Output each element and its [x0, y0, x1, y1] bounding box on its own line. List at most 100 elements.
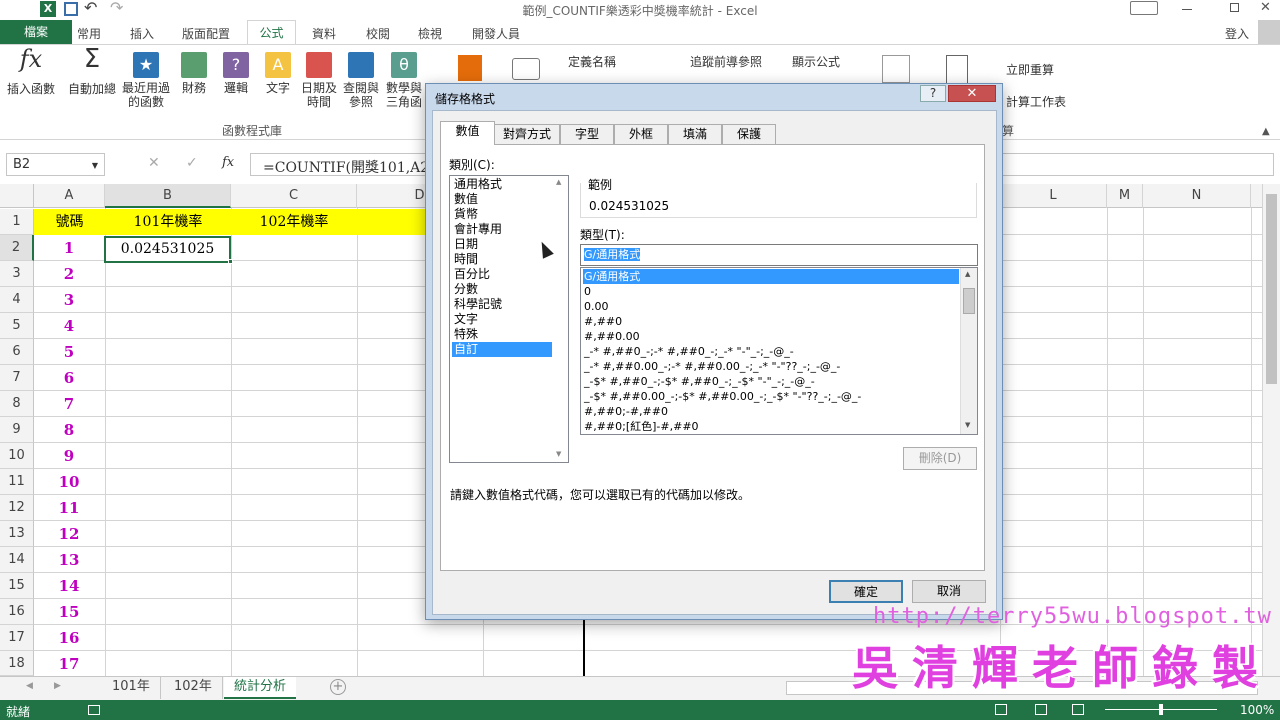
row-header[interactable]: 16: [0, 599, 34, 625]
number-cell[interactable]: 7: [34, 391, 104, 416]
insert-function-button[interactable]: fx 插入函數: [4, 47, 58, 96]
row-header[interactable]: 7: [0, 365, 34, 391]
insert-function-icon[interactable]: fx: [222, 155, 234, 170]
number-cell[interactable]: 2: [34, 261, 104, 286]
row-header[interactable]: 14: [0, 547, 34, 573]
cancel-button[interactable]: 取消: [912, 580, 986, 603]
confirm-entry-icon[interactable]: ✓: [186, 155, 198, 171]
ribbon-display-icon[interactable]: [1130, 1, 1158, 15]
tab-data[interactable]: 資料: [312, 25, 336, 42]
tab-border[interactable]: 外框: [614, 124, 668, 145]
more-functions-icon[interactable]: [458, 55, 482, 81]
format-code-item[interactable]: G/通用格式: [583, 269, 959, 284]
type-input[interactable]: G/通用格式: [580, 244, 978, 266]
row-header[interactable]: 8: [0, 391, 34, 417]
tab-number[interactable]: 數值: [440, 121, 495, 145]
cancel-entry-icon[interactable]: ✕: [148, 155, 160, 171]
row-header[interactable]: 9: [0, 417, 34, 443]
restore-icon[interactable]: [1230, 3, 1239, 12]
format-scroll-down-icon[interactable]: ▼: [965, 421, 970, 429]
normal-view-icon[interactable]: [995, 704, 1007, 715]
name-box[interactable]: B2 ▼: [6, 153, 105, 176]
number-cell[interactable]: 13: [34, 547, 104, 572]
format-scroll-up-icon[interactable]: ▲: [965, 270, 970, 278]
category-item[interactable]: 數值: [452, 192, 552, 207]
row-header[interactable]: 6: [0, 339, 34, 365]
number-cell[interactable]: 5: [34, 339, 104, 364]
account-icon[interactable]: [1258, 20, 1280, 44]
format-code-item[interactable]: #,##0.00: [583, 329, 959, 344]
row-header[interactable]: 18: [0, 651, 34, 676]
financial-button[interactable]: 財務: [176, 52, 212, 95]
calc-options-icon[interactable]: [946, 55, 968, 85]
tab-insert[interactable]: 插入: [130, 25, 154, 42]
recently-used-button[interactable]: ★ 最近用過的函數: [118, 52, 174, 109]
number-cell[interactable]: 17: [34, 651, 104, 676]
number-cell[interactable]: 16: [34, 625, 104, 650]
number-cell[interactable]: 4: [34, 313, 104, 338]
format-code-item[interactable]: 0.00: [583, 299, 959, 314]
scroll-right-icon[interactable]: ▶: [54, 681, 61, 691]
macro-record-icon[interactable]: [88, 705, 100, 715]
category-scroll-down-icon[interactable]: ▼: [556, 450, 561, 458]
number-cell[interactable]: 12: [34, 521, 104, 546]
zoom-thumb[interactable]: [1159, 704, 1163, 715]
row-header[interactable]: 11: [0, 469, 34, 495]
dialog-close-button[interactable]: ✕: [948, 85, 996, 102]
category-item[interactable]: 貨幣: [452, 207, 552, 222]
add-sheet-icon[interactable]: +: [330, 679, 346, 695]
category-item[interactable]: 自訂: [452, 342, 552, 357]
minimize-icon[interactable]: [1182, 9, 1192, 10]
number-cell[interactable]: 3: [34, 287, 104, 312]
scroll-left-icon[interactable]: ◀: [26, 681, 33, 691]
selected-cell-b2[interactable]: 0.024531025: [104, 236, 231, 263]
tab-alignment[interactable]: 對齊方式: [494, 124, 560, 145]
text-button[interactable]: A 文字: [260, 52, 296, 95]
tab-view[interactable]: 檢視: [418, 25, 442, 42]
name-manager-icon[interactable]: [512, 58, 540, 80]
tab-home[interactable]: 常用: [77, 25, 101, 42]
category-item[interactable]: 會計專用: [452, 222, 552, 237]
calculate-sheet-button[interactable]: 計算工作表: [1006, 93, 1066, 110]
number-cell[interactable]: 6: [34, 365, 104, 390]
number-cell[interactable]: 1: [34, 235, 104, 260]
row-header[interactable]: 10: [0, 443, 34, 469]
tab-formulas[interactable]: 公式: [247, 20, 296, 45]
column-header-l[interactable]: L: [1000, 184, 1107, 208]
ok-button[interactable]: 確定: [829, 580, 903, 603]
category-item[interactable]: 百分比: [452, 267, 552, 282]
tab-review[interactable]: 校閱: [366, 25, 390, 42]
sheet-tab-101[interactable]: 101年: [102, 677, 161, 699]
number-cell[interactable]: 11: [34, 495, 104, 520]
sheet-tab-102[interactable]: 102年: [164, 677, 223, 699]
number-cell[interactable]: 10: [34, 469, 104, 494]
scroll-thumb[interactable]: [1266, 194, 1277, 384]
column-header-n[interactable]: N: [1143, 184, 1251, 208]
format-scroll-thumb[interactable]: [963, 288, 975, 314]
category-item[interactable]: 特殊: [452, 327, 552, 342]
help-button[interactable]: ?: [920, 85, 946, 102]
header-cell-number[interactable]: 號碼: [34, 209, 105, 235]
column-header-m[interactable]: M: [1107, 184, 1143, 208]
row-header[interactable]: 4: [0, 287, 34, 313]
row-header[interactable]: 13: [0, 521, 34, 547]
tab-font[interactable]: 字型: [560, 124, 614, 145]
close-icon[interactable]: ✕: [1260, 0, 1271, 15]
number-cell[interactable]: 9: [34, 443, 104, 468]
page-break-view-icon[interactable]: [1072, 704, 1084, 715]
zoom-level[interactable]: 100%: [1240, 703, 1274, 717]
column-header-b[interactable]: B: [105, 184, 231, 208]
format-code-item[interactable]: #,##0: [583, 314, 959, 329]
number-cell[interactable]: 8: [34, 417, 104, 442]
select-all-corner[interactable]: [0, 184, 34, 208]
format-code-item[interactable]: _-$* #,##0_-;-$* #,##0_-;_-$* "-"_-;_-@_…: [583, 374, 959, 389]
format-code-item[interactable]: _-$* #,##0.00_-;-$* #,##0.00_-;_-$* "-"?…: [583, 389, 959, 404]
category-item[interactable]: 文字: [452, 312, 552, 327]
category-scroll-up-icon[interactable]: ▲: [556, 178, 561, 186]
category-item[interactable]: 分數: [452, 282, 552, 297]
tab-protection[interactable]: 保護: [722, 124, 776, 145]
row-header[interactable]: 3: [0, 261, 34, 287]
vertical-scrollbar[interactable]: [1262, 184, 1280, 676]
autosum-button[interactable]: Σ 自動加總: [66, 46, 118, 96]
define-name-button[interactable]: 定義名稱: [568, 53, 616, 70]
